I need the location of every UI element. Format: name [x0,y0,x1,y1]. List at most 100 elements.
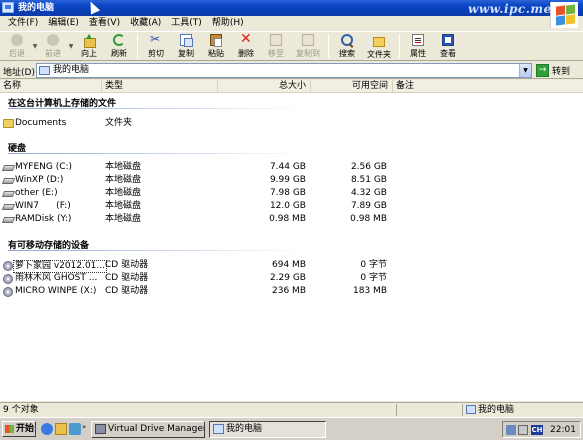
drive-type: 本地磁盘 [105,175,142,185]
status-location: 我的电脑 [462,404,582,416]
folder-quicklaunch-icon[interactable] [55,423,67,435]
move-to-button[interactable]: 移至 [261,32,291,60]
drive-total: 236 MB [272,286,306,296]
drive-total: 694 MB [272,260,306,270]
copy-to-label: 复制到 [296,49,320,58]
move-to-icon [270,34,282,46]
start-button[interactable]: 开始 [2,421,36,437]
cd-drive-row[interactable]: 萝卜家园 v2012.01... CD 驱动器 694 MB 0 字节 [0,260,583,273]
file-list[interactable]: 名称 类型 总大小 可用空间 备注 在这台计算机上存储的文件 Documents… [0,80,583,401]
quicklaunch-more-icon[interactable]: » [82,423,88,435]
drive-row[interactable]: WIN7 (F:) 本地磁盘 12.0 GB 7.89 GB [0,201,583,212]
status-bar: 9 个对象 我的电脑 [0,402,583,416]
my-computer-icon [39,66,50,75]
item-name: Documents [15,118,67,128]
forward-button[interactable]: 前进 [38,32,68,60]
address-input[interactable]: 我的电脑 ▼ [36,63,532,78]
taskbar-button-label: 我的电脑 [226,424,263,434]
menu-file[interactable]: 文件(F) [3,16,43,30]
menu-favorites[interactable]: 收藏(A) [125,16,166,30]
go-button[interactable]: → 转到 [536,63,580,78]
drive-free: 0.98 MB [350,214,387,224]
address-label: 地址(D) [3,68,35,78]
status-location-text: 我的电脑 [478,405,515,415]
drive-free: 0 字节 [360,260,387,270]
menu-tools[interactable]: 工具(T) [166,16,207,30]
forward-arrow-icon [47,34,59,46]
folders-label: 文件夹 [367,50,391,59]
drive-row[interactable]: WinXP (D:) 本地磁盘 9.99 GB 8.51 GB [0,175,583,186]
drive-type: CD 驱动器 [105,273,149,283]
views-label: 查看 [440,49,456,58]
ie-quicklaunch-icon[interactable] [41,423,53,435]
list-item[interactable]: Documents 文件夹 [0,118,583,129]
clock[interactable]: 22:01 [550,424,576,436]
search-button[interactable]: 搜索 [332,32,362,60]
drive-total: 9.99 GB [269,175,306,185]
drive-name: other (E:) [15,188,58,198]
cut-button[interactable]: 剪切 [141,32,171,60]
menu-view[interactable]: 查看(V) [84,16,125,30]
copy-to-button[interactable]: 复制到 [291,32,325,60]
hard-drive-icon [1,191,16,197]
delete-button[interactable]: 删除 [231,31,261,60]
copy-button[interactable]: 复制 [171,32,201,60]
address-dropdown-icon[interactable]: ▼ [519,64,531,77]
move-to-label: 移至 [268,49,284,58]
forward-label: 前进 [45,49,61,58]
language-indicator[interactable]: CH [531,425,543,435]
back-button[interactable]: 后退 [2,32,32,60]
properties-icon [412,34,424,46]
taskbar-button-my-computer[interactable]: 我的电脑 [209,421,326,438]
status-divider [396,404,397,416]
search-label: 搜索 [339,49,355,58]
column-notes[interactable]: 备注 [393,80,583,93]
column-name[interactable]: 名称 [0,80,102,93]
drive-row[interactable]: RAMDisk (Y:) 本地磁盘 0.98 MB 0.98 MB [0,214,583,225]
my-computer-icon [466,405,476,414]
clipboard-icon [210,34,222,47]
folder-up-icon [83,34,96,48]
copy-to-icon [302,34,314,46]
my-computer-icon [2,2,14,13]
delete-x-icon [240,31,252,47]
drive-name: WIN7 (F:) [15,201,71,211]
folders-button[interactable]: 文件夹 [362,32,396,60]
drive-type: 本地磁盘 [105,201,142,211]
paste-button[interactable]: 粘贴 [201,32,231,60]
title-bar[interactable]: 我的电脑 www.ipc.me [0,0,583,16]
cd-drive-row[interactable]: 雨林木风 GHOST ... CD 驱动器 2.29 GB 0 字节 [0,273,583,284]
properties-button[interactable]: 属性 [403,32,433,60]
views-button[interactable]: 查看 [433,32,463,60]
virtual-drive-icon [95,424,106,434]
up-button[interactable]: 向上 [74,32,104,60]
system-tray: CH 22:01 [502,421,581,438]
taskbar-button-virtual-drive[interactable]: Virtual Drive Manager ... [91,421,205,438]
up-label: 向上 [81,49,97,58]
drive-total: 12.0 GB [269,201,306,211]
start-label: 开始 [16,424,35,434]
drive-free: 2.56 GB [350,162,387,172]
volume-tray-icon[interactable] [518,425,528,435]
folder-icon [373,37,385,47]
drive-name: RAMDisk (Y:) [15,214,72,224]
refresh-button[interactable]: 刷新 [104,32,134,60]
drive-name: 雨林木风 GHOST ... [15,273,98,283]
media-quicklaunch-icon[interactable] [69,423,81,435]
drive-free: 183 MB [353,286,387,296]
column-free-space[interactable]: 可用空间 [311,80,393,93]
drive-total: 7.98 GB [269,188,306,198]
address-bar: 地址(D) 我的电脑 ▼ → 转到 [0,62,583,79]
cd-drive-row[interactable]: MICRO WINPE (X:) CD 驱动器 236 MB 183 MB [0,286,583,297]
copy-icon [180,34,193,47]
drive-row[interactable]: MYFENG (C:) 本地磁盘 7.44 GB 2.56 GB [0,162,583,173]
network-tray-icon[interactable] [506,425,516,435]
column-header: 名称 类型 总大小 可用空间 备注 [0,80,583,93]
hard-drive-icon [1,217,16,223]
drive-row[interactable]: other (E:) 本地磁盘 7.98 GB 4.32 GB [0,188,583,199]
menu-edit[interactable]: 编辑(E) [43,16,84,30]
scissors-icon [150,32,162,46]
column-type[interactable]: 类型 [102,80,218,93]
menu-help[interactable]: 帮助(H) [207,16,249,30]
column-total-size[interactable]: 总大小 [218,80,311,93]
